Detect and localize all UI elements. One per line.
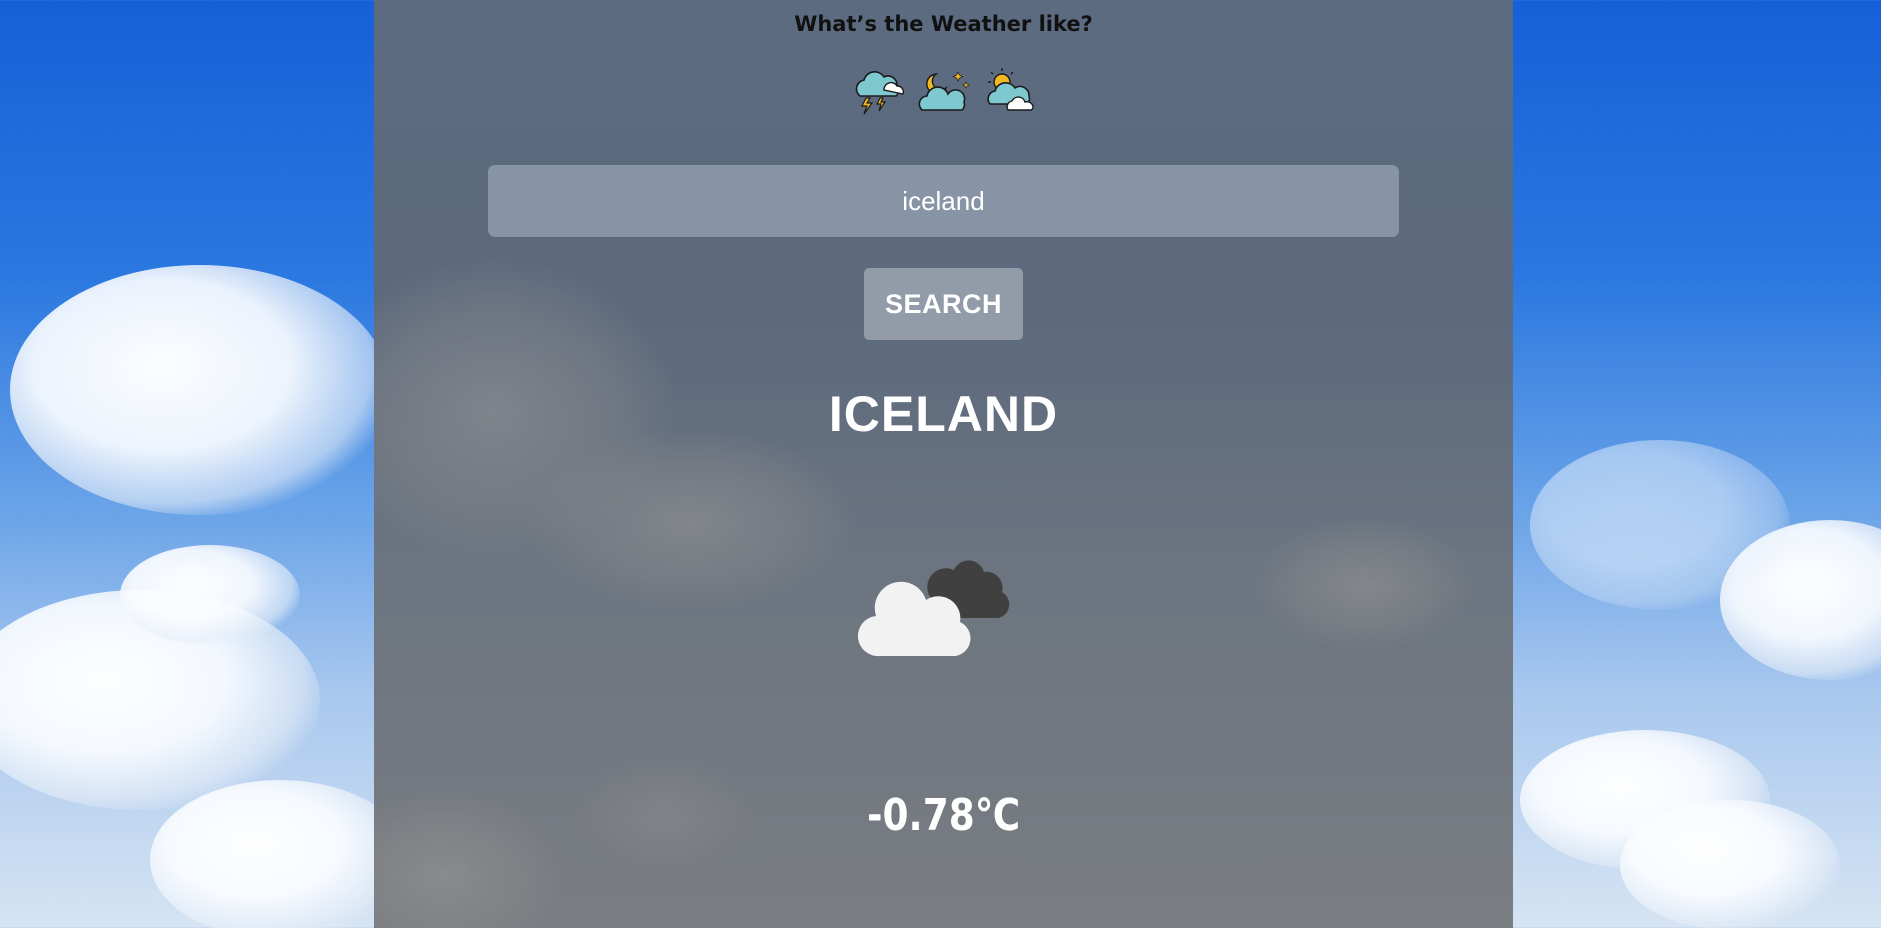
page-title: What’s the Weather like? [794, 12, 1093, 36]
background-cloud [0, 590, 320, 810]
city-name: ICELAND [828, 386, 1059, 442]
search-input[interactable] [488, 165, 1399, 237]
broken-clouds-icon [856, 548, 1032, 662]
background-cloud [1620, 800, 1840, 928]
temperature-reading: -0.78℃ [866, 790, 1021, 841]
sun-cloud-icon [980, 64, 1040, 120]
background-cloud [1530, 440, 1790, 610]
background-cloud [120, 545, 300, 645]
background-cloud [10, 265, 390, 515]
weather-panel: What’s the Weather like? iceland SEARCH … [374, 0, 1513, 928]
background-cloud [1520, 730, 1770, 870]
panel-background-cloud [1254, 520, 1474, 650]
background-cloud [1720, 520, 1881, 680]
thunderstorm-cloud-icon [848, 64, 908, 120]
night-cloud-icon [914, 64, 974, 120]
panel-background-cloud [524, 430, 854, 610]
weather-icons-row [374, 64, 1513, 120]
background-cloud [150, 780, 410, 928]
search-button[interactable]: SEARCH [864, 268, 1023, 340]
